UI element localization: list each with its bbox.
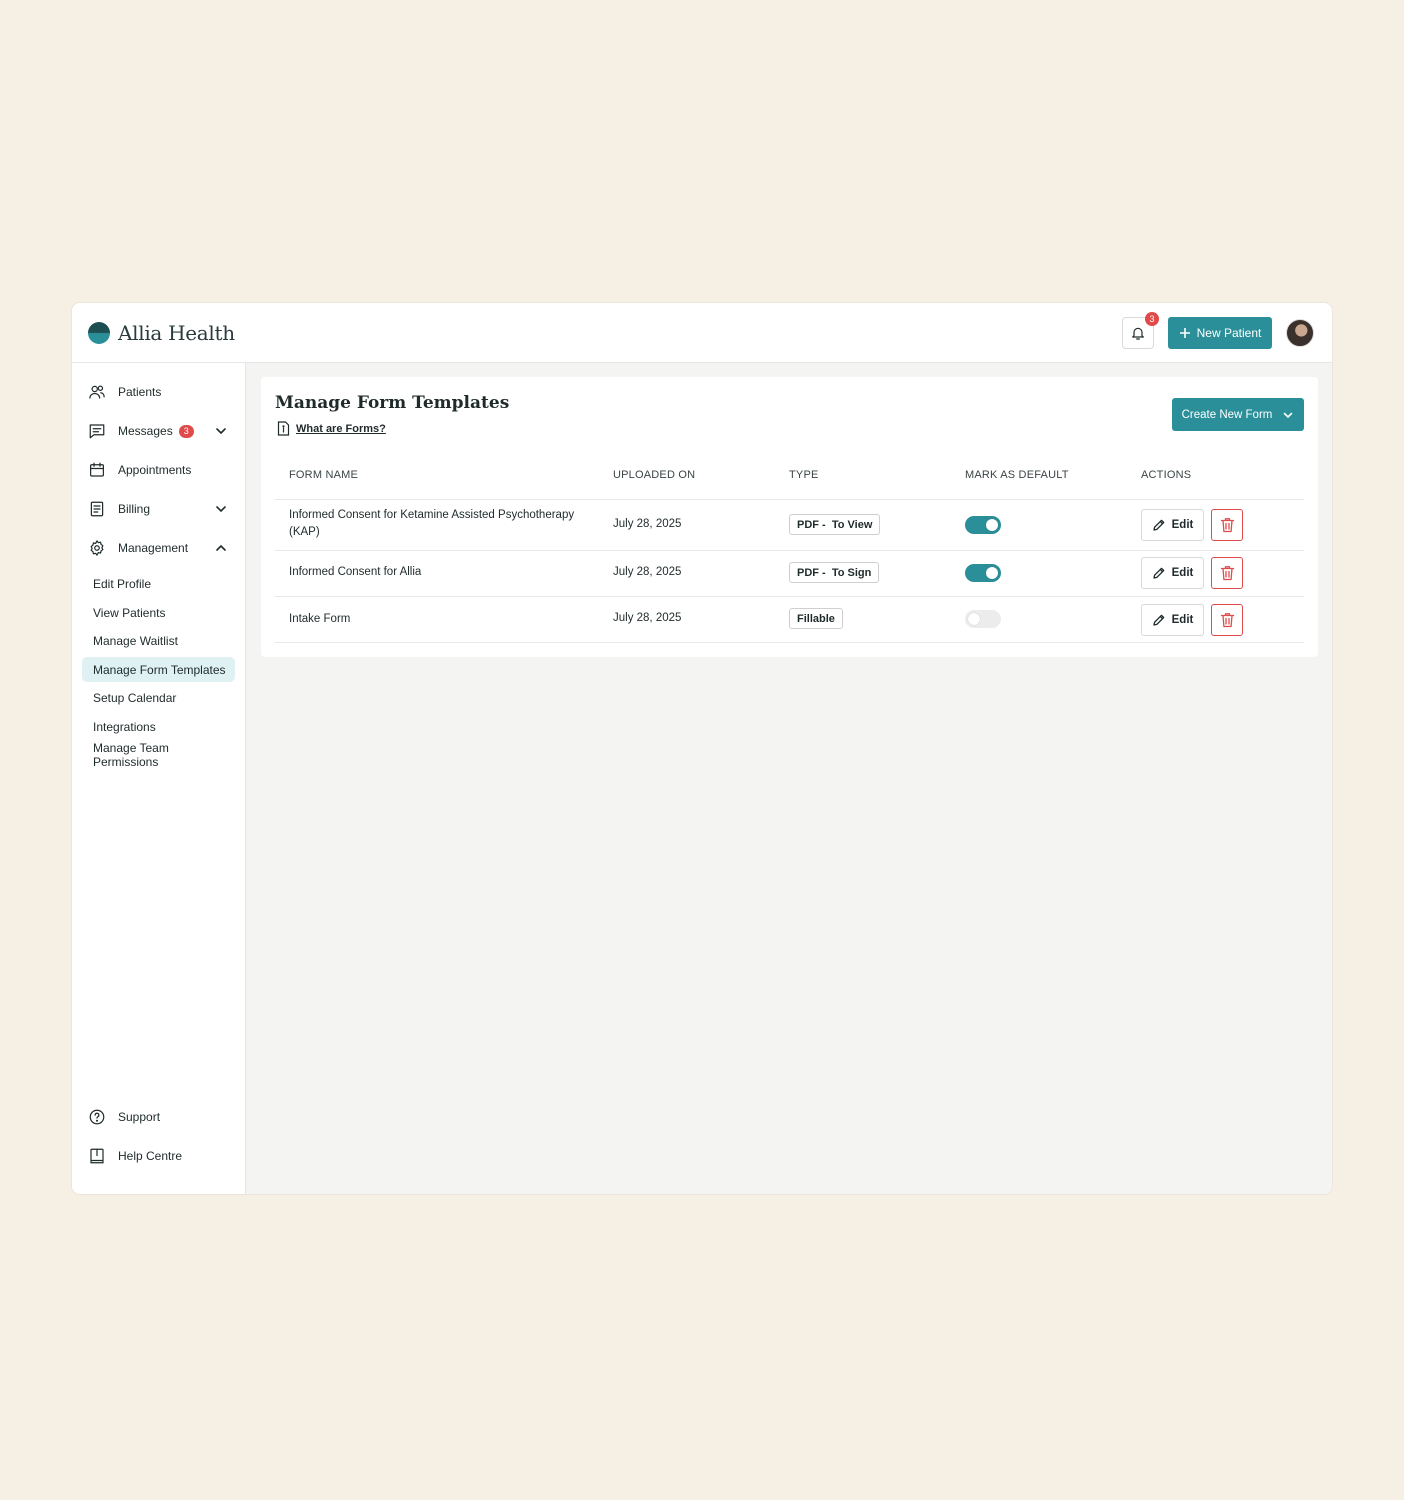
form-name-cell[interactable]: Intake Form xyxy=(289,611,350,628)
uploaded-date: July 28, 2025 xyxy=(613,566,682,578)
top-header: Allia Health 3 New Patient xyxy=(72,303,1332,363)
default-toggle[interactable] xyxy=(965,516,1001,534)
column-header-form-name: FORM NAME xyxy=(289,469,359,481)
sidebar-item-patients[interactable]: Patients xyxy=(88,381,228,403)
subnav-integrations[interactable]: Integrations xyxy=(82,714,235,739)
users-icon xyxy=(89,385,105,399)
subnav-manage-waitlist[interactable]: Manage Waitlist xyxy=(82,628,235,653)
logo-mark-icon xyxy=(88,322,110,344)
type-tag: PDF - To View xyxy=(789,514,881,535)
chevron-down-icon xyxy=(1284,412,1293,418)
form-name-line: Informed Consent for Allia xyxy=(289,566,422,578)
subnav-setup-calendar[interactable]: Setup Calendar xyxy=(82,685,235,710)
sidebar-item-appointments[interactable]: Appointments xyxy=(88,459,228,481)
sidebar-item-label: Patients xyxy=(118,385,162,399)
type-tag: PDF - To Sign xyxy=(789,562,880,583)
sidebar-item-label: Messages xyxy=(118,424,173,438)
messages-count-badge: 3 xyxy=(178,424,194,438)
uploaded-date: July 28, 2025 xyxy=(613,518,682,530)
chevron-up-icon[interactable] xyxy=(214,541,228,555)
sidebar-item-billing[interactable]: Billing xyxy=(88,498,228,520)
sidebar-item-support[interactable]: Support xyxy=(88,1106,228,1128)
calendar-icon xyxy=(90,462,104,477)
delete-button[interactable] xyxy=(1211,557,1243,589)
app-window: Allia Health 3 New Patient Patients Mess… xyxy=(72,303,1332,1194)
toggle-knob xyxy=(986,519,998,531)
delete-button[interactable] xyxy=(1211,604,1243,636)
edit-label: Edit xyxy=(1171,567,1194,579)
sidebar-item-label: Management xyxy=(118,541,189,555)
sidebar-item-messages[interactable]: Messages 3 xyxy=(88,420,228,442)
divider xyxy=(275,642,1304,643)
new-patient-button[interactable]: New Patient xyxy=(1168,317,1272,349)
sidebar: Patients Messages 3 Appointments Billing… xyxy=(72,363,246,1194)
sidebar-item-label: Billing xyxy=(118,502,151,516)
edit-label: Edit xyxy=(1171,614,1194,626)
form-name-line: Informed Consent for Ketamine Assisted P… xyxy=(289,509,575,521)
pencil-icon xyxy=(1152,614,1164,626)
toggle-knob xyxy=(968,613,980,625)
subnav-manage-form-templates[interactable]: Manage Form Templates xyxy=(82,657,235,682)
column-header-uploaded-on: UPLOADED ON xyxy=(613,469,696,481)
type-tag: Fillable xyxy=(789,608,843,629)
edit-button[interactable]: Edit xyxy=(1141,509,1204,541)
sidebar-item-management[interactable]: Management xyxy=(88,537,228,559)
plus-icon xyxy=(1179,328,1190,338)
default-toggle[interactable] xyxy=(965,564,1001,582)
uploaded-date: July 28, 2025 xyxy=(613,612,682,624)
what-are-forms-link[interactable]: What are Forms? xyxy=(277,421,386,436)
form-name-cell[interactable]: Informed Consent for Allia xyxy=(289,564,421,581)
subnav-edit-profile[interactable]: Edit Profile xyxy=(82,571,235,596)
toggle-knob xyxy=(986,567,998,579)
edit-button[interactable]: Edit xyxy=(1141,604,1204,636)
default-toggle[interactable] xyxy=(965,610,1001,628)
file-info-icon xyxy=(277,421,290,436)
sidebar-item-label: Help Centre xyxy=(118,1149,183,1163)
book-icon xyxy=(90,1148,104,1164)
pencil-icon xyxy=(1152,567,1164,579)
trash-icon xyxy=(1220,613,1234,628)
gear-icon xyxy=(90,540,104,556)
main-content: Manage Form Templates What are Forms? Cr… xyxy=(246,363,1332,1194)
form-name-line: (KAP) xyxy=(289,526,320,538)
delete-button[interactable] xyxy=(1211,509,1243,541)
form-templates-card: Manage Form Templates What are Forms? Cr… xyxy=(261,377,1318,657)
form-name-line: Intake Form xyxy=(289,613,351,625)
bell-icon xyxy=(1132,327,1144,340)
what-are-forms-label: What are Forms? xyxy=(296,422,386,435)
trash-icon xyxy=(1220,566,1234,581)
divider xyxy=(275,596,1304,597)
chevron-down-icon[interactable] xyxy=(214,502,228,516)
page-title: Manage Form Templates xyxy=(275,393,510,413)
message-icon xyxy=(89,424,105,439)
create-new-form-label: Create New Form xyxy=(1181,408,1273,421)
column-header-type: TYPE xyxy=(789,469,819,481)
document-icon xyxy=(90,501,104,517)
subnav-view-patients[interactable]: View Patients xyxy=(82,600,235,625)
sidebar-item-help-centre[interactable]: Help Centre xyxy=(88,1145,228,1167)
trash-icon xyxy=(1220,518,1234,533)
new-patient-label: New Patient xyxy=(1196,326,1262,340)
notification-count-badge: 3 xyxy=(1145,312,1159,326)
sidebar-item-label: Appointments xyxy=(118,463,192,477)
logo[interactable]: Allia Health xyxy=(88,321,235,345)
help-circle-icon xyxy=(89,1109,105,1125)
create-new-form-button[interactable]: Create New Form xyxy=(1172,398,1304,431)
column-header-mark-as-default: MARK AS DEFAULT xyxy=(965,469,1069,481)
edit-button[interactable]: Edit xyxy=(1141,557,1204,589)
chevron-down-icon[interactable] xyxy=(214,424,228,438)
form-name-cell[interactable]: Informed Consent for Ketamine Assisted P… xyxy=(289,507,574,541)
divider xyxy=(275,550,1304,551)
logo-text: Allia Health xyxy=(118,321,235,345)
subnav-manage-team-permissions[interactable]: Manage Team Permissions xyxy=(82,741,235,769)
column-header-actions: ACTIONS xyxy=(1141,469,1192,481)
edit-label: Edit xyxy=(1171,519,1194,531)
user-avatar[interactable] xyxy=(1286,319,1314,347)
sidebar-item-label: Support xyxy=(118,1110,161,1124)
pencil-icon xyxy=(1152,519,1164,531)
divider xyxy=(275,499,1304,500)
